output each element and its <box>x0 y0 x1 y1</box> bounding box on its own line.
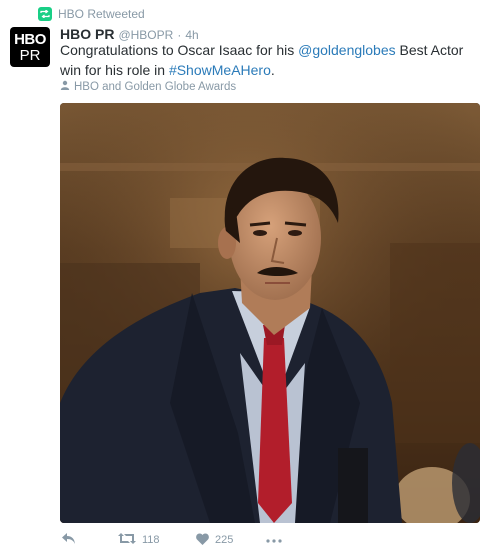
hashtag-link[interactable]: #ShowMeAHero <box>169 62 271 78</box>
retweet-button[interactable]: 118 <box>118 533 196 547</box>
tweet-text-part1: Congratulations to Oscar Isaac for his <box>60 42 299 58</box>
retweet-context-label[interactable]: HBO Retweeted <box>58 7 145 21</box>
avatar-line2: PR <box>19 46 41 64</box>
tweet-text-part3: . <box>270 62 275 78</box>
retweet-context: HBO Retweeted <box>38 6 145 22</box>
person-icon <box>60 80 70 93</box>
heart-icon <box>196 532 209 548</box>
more-icon <box>266 534 282 546</box>
tweet-actions: 118 225 <box>60 531 282 549</box>
tweet-photo[interactable] <box>60 103 480 523</box>
retweet-count: 118 <box>142 534 160 546</box>
more-button[interactable] <box>266 534 282 546</box>
photo-image <box>60 103 480 523</box>
tagged-users-label: HBO and Golden Globe Awards <box>74 80 237 93</box>
retweet-icon <box>118 533 136 547</box>
like-count: 225 <box>215 534 234 546</box>
reply-button[interactable] <box>62 533 118 547</box>
reply-icon <box>62 533 76 547</box>
tweet-text: Congratulations to Oscar Isaac for his @… <box>60 40 485 80</box>
avatar[interactable]: HBO PR <box>10 27 50 67</box>
tagged-users[interactable]: HBO and Golden Globe Awards <box>60 80 236 93</box>
mention-link[interactable]: @goldenglobes <box>298 42 396 58</box>
like-button[interactable]: 225 <box>196 532 266 548</box>
retweet-icon <box>38 7 52 21</box>
avatar-line1: HBO <box>14 30 46 48</box>
